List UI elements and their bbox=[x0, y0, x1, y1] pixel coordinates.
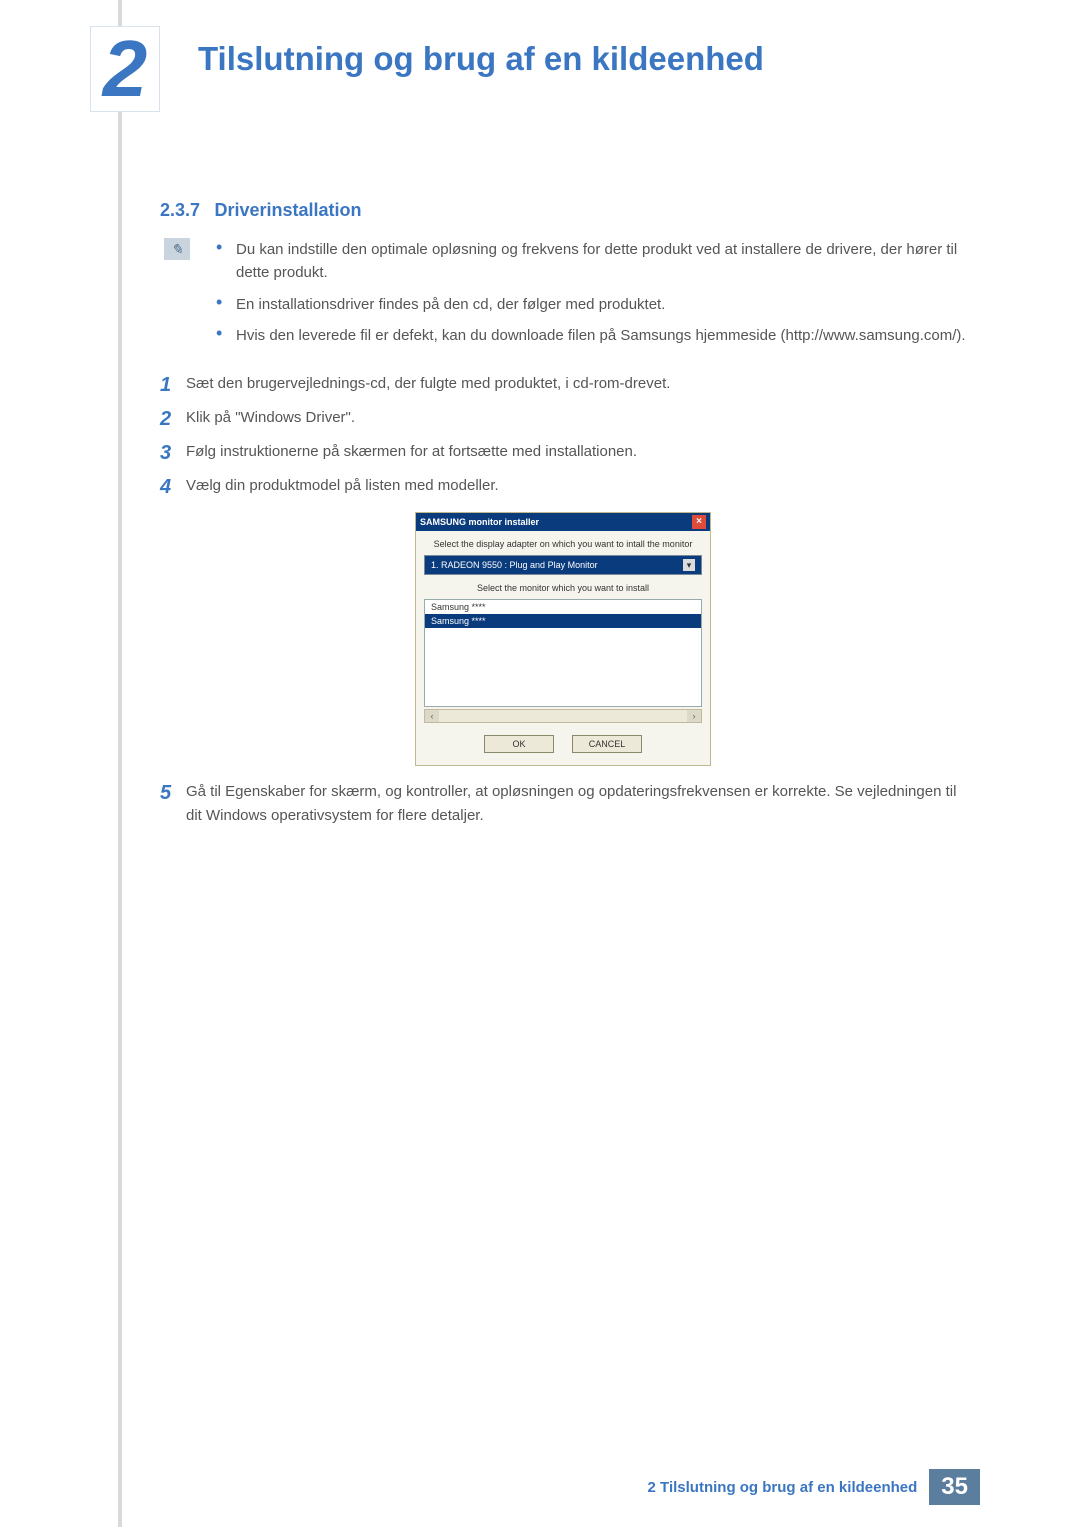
chapter-number: 2 bbox=[103, 29, 148, 109]
step-text: Sæt den brugervejlednings-cd, der fulgte… bbox=[186, 372, 966, 396]
adapter-prompt: Select the display adapter on which you … bbox=[424, 539, 702, 549]
chevron-down-icon: ▾ bbox=[683, 559, 695, 571]
step-number: 3 bbox=[160, 440, 186, 466]
step: 1 Sæt den brugervejlednings-cd, der fulg… bbox=[160, 372, 966, 398]
ok-button[interactable]: OK bbox=[484, 735, 554, 753]
step-text: Gå til Egenskaber for skærm, og kontroll… bbox=[186, 780, 966, 828]
step-text: Vælg din produktmodel på listen med mode… bbox=[186, 474, 966, 498]
dialog-titlebar: SAMSUNG monitor installer × bbox=[416, 513, 710, 531]
step: 5 Gå til Egenskaber for skærm, og kontro… bbox=[160, 780, 966, 828]
step-number: 2 bbox=[160, 406, 186, 432]
chapter-title: Tilslutning og brug af en kildeenhed bbox=[198, 40, 764, 78]
ordered-steps: 1 Sæt den brugervejlednings-cd, der fulg… bbox=[160, 372, 966, 836]
page-number: 35 bbox=[929, 1469, 980, 1505]
step-number: 5 bbox=[160, 780, 186, 806]
pencil-icon: ✎ bbox=[171, 241, 183, 258]
dialog-body: Select the display adapter on which you … bbox=[416, 531, 710, 765]
dialog-buttons: OK CANCEL bbox=[424, 735, 702, 753]
list-item-selected[interactable]: Samsung **** bbox=[425, 614, 701, 628]
dialog-title: SAMSUNG monitor installer bbox=[420, 517, 539, 527]
list-item[interactable]: Samsung **** bbox=[425, 600, 701, 614]
step-number: 1 bbox=[160, 372, 186, 398]
footer-chapter-label: 2 Tilslutning og brug af en kildeenhed bbox=[648, 1479, 918, 1496]
scroll-left-icon[interactable]: ‹ bbox=[425, 710, 439, 722]
section-title: Driverinstallation bbox=[215, 200, 362, 220]
note-bullet: Hvis den leverede fil er defekt, kan du … bbox=[216, 324, 966, 347]
page-footer: 2 Tilslutning og brug af en kildeenhed 3… bbox=[0, 1469, 1080, 1505]
cancel-button[interactable]: CANCEL bbox=[572, 735, 642, 753]
step: 4 Vælg din produktmodel på listen med mo… bbox=[160, 474, 966, 500]
chapter-number-box: 2 bbox=[90, 26, 160, 112]
note-bullets: Du kan indstille den optimale opløsning … bbox=[216, 238, 966, 355]
close-icon[interactable]: × bbox=[692, 515, 706, 529]
section-number: 2.3.7 bbox=[160, 200, 200, 220]
step-text: Følg instruktionerne på skærmen for at f… bbox=[186, 440, 966, 464]
monitor-prompt: Select the monitor which you want to ins… bbox=[424, 583, 702, 593]
scroll-right-icon[interactable]: › bbox=[687, 710, 701, 722]
page: 2 Tilslutning og brug af en kildeenhed 2… bbox=[0, 0, 1080, 1527]
step: 2 Klik på "Windows Driver". bbox=[160, 406, 966, 432]
note-bullet: Du kan indstille den optimale opløsning … bbox=[216, 238, 966, 285]
left-gutter bbox=[118, 0, 122, 1527]
horizontal-scrollbar[interactable]: ‹ › bbox=[424, 709, 702, 723]
section-heading: 2.3.7 Driverinstallation bbox=[160, 200, 362, 221]
step-text: Klik på "Windows Driver". bbox=[186, 406, 966, 430]
step: 3 Følg instruktionerne på skærmen for at… bbox=[160, 440, 966, 466]
note-bullet: En installationsdriver findes på den cd,… bbox=[216, 293, 966, 316]
installer-dialog: SAMSUNG monitor installer × Select the d… bbox=[415, 512, 711, 766]
monitor-listbox[interactable]: Samsung **** Samsung **** bbox=[424, 599, 702, 707]
note-icon: ✎ bbox=[164, 238, 190, 260]
adapter-select[interactable]: 1. RADEON 9550 : Plug and Play Monitor ▾ bbox=[424, 555, 702, 575]
adapter-selected-value: 1. RADEON 9550 : Plug and Play Monitor bbox=[431, 560, 598, 570]
step-number: 4 bbox=[160, 474, 186, 500]
